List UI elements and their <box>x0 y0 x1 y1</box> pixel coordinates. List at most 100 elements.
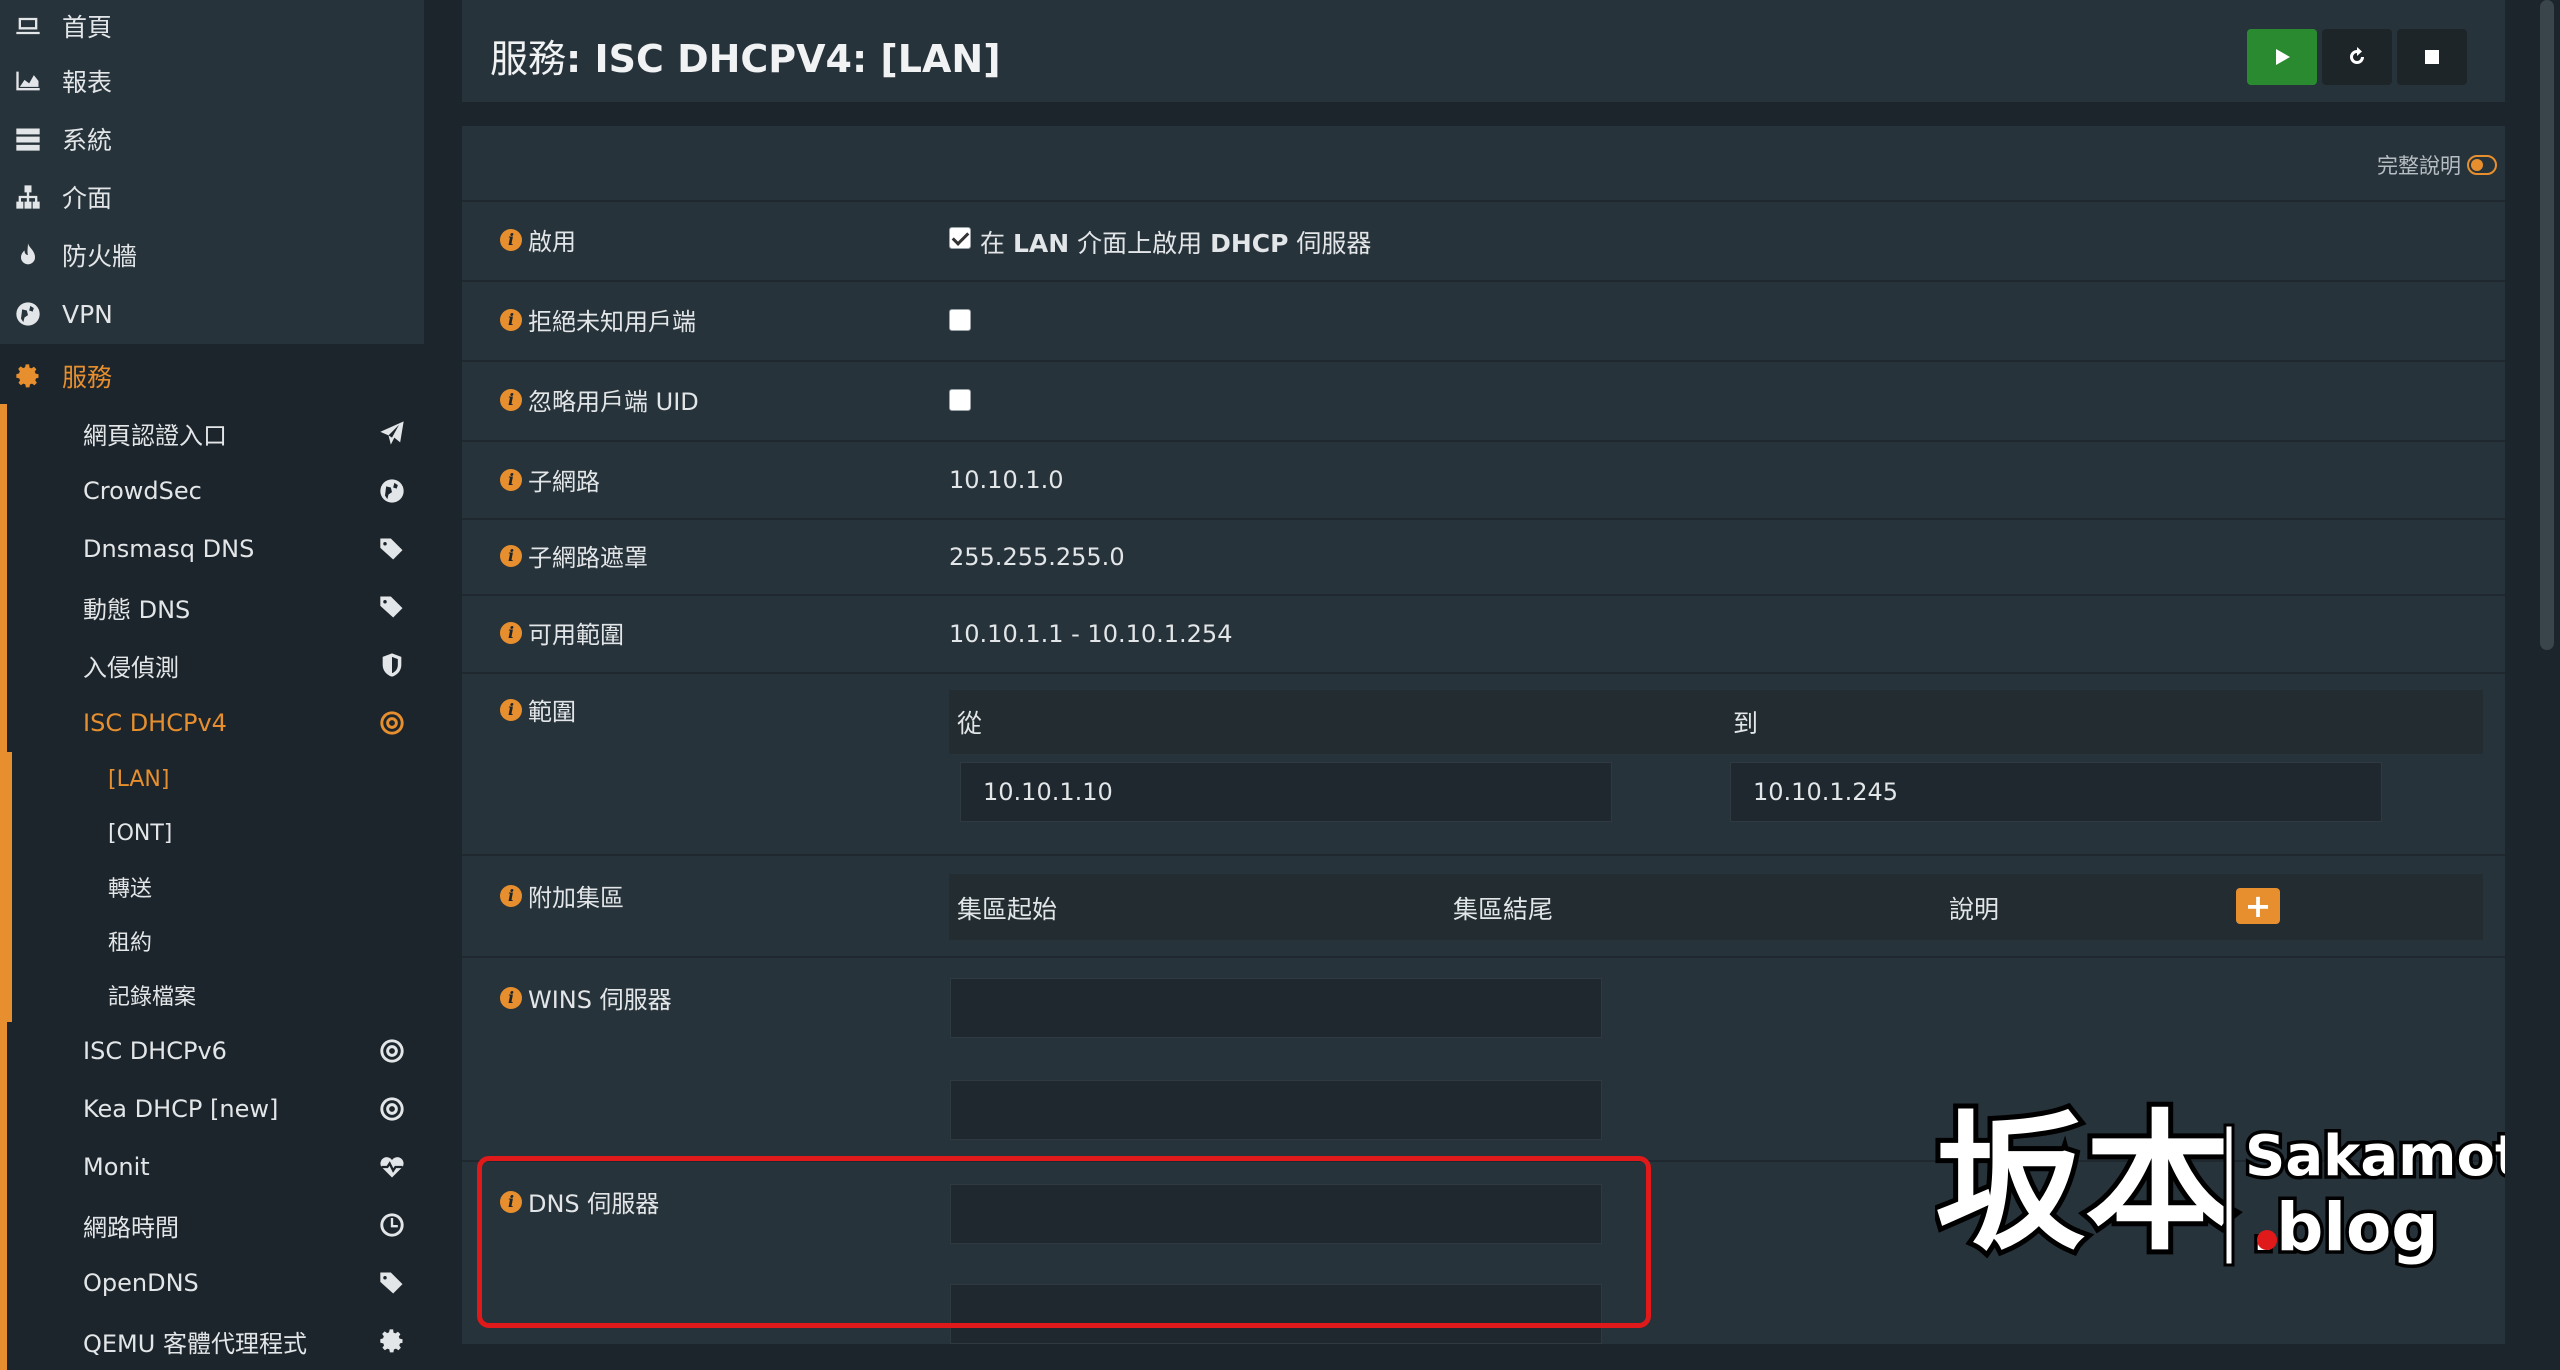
watermark-tld: .blog <box>2251 1189 2439 1266</box>
ignore-uid-label: i 忽略用戶端 UID <box>500 382 699 417</box>
ignore-uid-checkbox[interactable] <box>949 389 971 411</box>
field-label: 附加集區 <box>528 884 624 912</box>
wins-server-1-input[interactable] <box>950 978 1602 1038</box>
page-title: 服務: ISC DHCPV4: [LAN] <box>490 28 1001 83</box>
info-icon[interactable]: i <box>500 228 522 251</box>
paper-plane-icon <box>378 419 406 447</box>
wins-server-2-input[interactable] <box>950 1080 1602 1140</box>
menu-item-home[interactable]: 首頁 <box>0 0 424 52</box>
range-label: i 範圍 <box>500 692 576 727</box>
shield-icon <box>378 651 406 679</box>
sidebar-item-opendns[interactable]: OpenDNS <box>7 1254 424 1312</box>
subnet-label: i 子網路 <box>500 462 600 497</box>
info-icon[interactable]: i <box>500 388 522 411</box>
sidebar-item-crowdsec[interactable]: CrowdSec <box>7 462 424 520</box>
wins-label: i WINS 伺服器 <box>500 980 672 1015</box>
menu-item-label: 防火牆 <box>62 242 138 271</box>
menu-item-vpn[interactable]: VPN <box>0 284 424 344</box>
sidebar-item-label: 網頁認證入口 <box>83 421 227 450</box>
sidebar-item-dnsmasq[interactable]: Dnsmasq DNS <box>7 520 424 578</box>
sidebar-item-label: 網路時間 <box>83 1213 179 1242</box>
submenu-item-lan[interactable]: [LAN] <box>12 752 424 806</box>
range-from-header: 從 <box>957 709 983 738</box>
watermark-graphic: 坂本 Sakamoto .blog <box>1930 1090 2560 1276</box>
menu-item-label: VPN <box>62 299 113 329</box>
text-bold: DHCP <box>1210 229 1289 258</box>
menu-item-label: 系統 <box>62 126 113 155</box>
enable-label: i 啟用 <box>500 222 576 257</box>
menu-item-services[interactable]: 服務 <box>0 348 424 404</box>
sidebar-item-network-time[interactable]: 網路時間 <box>7 1196 424 1254</box>
field-label: 忽略用戶端 UID <box>528 388 699 416</box>
info-icon[interactable]: i <box>500 884 522 907</box>
globe-icon <box>14 300 42 328</box>
sidebar-item-kea-dhcp[interactable]: Kea DHCP [new] <box>7 1080 424 1138</box>
info-icon[interactable]: i <box>500 621 522 644</box>
sidebar-item-intrusion-detection[interactable]: 入侵偵測 <box>7 636 424 694</box>
field-label: 範圍 <box>528 698 576 726</box>
clock-icon <box>378 1211 406 1239</box>
full-help-toggle[interactable]: 完整說明 <box>2377 150 2497 180</box>
available-range-label: i 可用範圍 <box>500 615 624 650</box>
info-icon[interactable]: i <box>500 986 522 1009</box>
divider <box>462 594 2505 596</box>
field-label: 子網路 <box>528 468 600 496</box>
sidebar: 首頁 報表 系統 介面 防火牆 VPN 服務 網頁認證入口 CrowdSec D… <box>0 0 424 1370</box>
refresh-icon <box>2345 45 2369 69</box>
sidebar-item-captive-portal[interactable]: 網頁認證入口 <box>7 404 424 462</box>
bullseye-icon <box>378 1095 406 1123</box>
sidebar-item-isc-dhcpv6[interactable]: ISC DHCPv6 <box>7 1022 424 1080</box>
range-to-header: 到 <box>1733 709 1759 738</box>
sidebar-item-label: QEMU 客體代理程式 <box>83 1329 307 1358</box>
menu-item-label: 介面 <box>62 184 113 213</box>
info-icon[interactable]: i <box>500 698 522 721</box>
globe-icon <box>378 477 406 505</box>
menu-item-reports[interactable]: 報表 <box>0 52 424 110</box>
bullseye-icon <box>378 709 406 737</box>
text-part: 在 <box>980 229 1013 258</box>
start-service-button[interactable] <box>2247 29 2317 85</box>
add-pool-button[interactable]: + <box>2236 888 2280 924</box>
stop-icon <box>2420 45 2444 69</box>
menu-item-interfaces[interactable]: 介面 <box>0 168 424 226</box>
submenu-item-leases[interactable]: 租約 <box>12 914 424 968</box>
field-label: WINS 伺服器 <box>528 986 672 1014</box>
dhcp-submenu: [LAN] [ONT] 轉送 租約 記錄檔案 <box>7 752 424 1022</box>
field-label: 拒絕未知用戶端 <box>528 308 696 336</box>
menu-item-system[interactable]: 系統 <box>0 110 424 168</box>
sidebar-item-label: Dnsmasq DNS <box>83 535 255 563</box>
info-icon[interactable]: i <box>500 544 522 567</box>
text-part: 伺服器 <box>1288 229 1372 258</box>
text-bold: LAN <box>1012 229 1070 258</box>
full-help-label: 完整說明 <box>2377 154 2461 178</box>
watermark-logo: 坂本 Sakamoto .blog <box>1930 1085 2560 1285</box>
menu-item-firewall[interactable]: 防火牆 <box>0 226 424 284</box>
pool-end-header: 集區結尾 <box>1453 895 1554 924</box>
restart-service-button[interactable] <box>2322 29 2392 85</box>
info-icon[interactable]: i <box>500 468 522 491</box>
submenu-item-ont[interactable]: [ONT] <box>12 806 424 860</box>
pool-description-header: 說明 <box>1949 895 2000 924</box>
sidebar-item-label: CrowdSec <box>83 477 202 505</box>
sidebar-item-label: ISC DHCPv4 <box>83 709 227 737</box>
range-to-input[interactable]: 10.10.1.245 <box>1730 762 2382 822</box>
highlight-annotation <box>477 1156 1651 1328</box>
info-icon[interactable]: i <box>500 308 522 331</box>
sidebar-item-dynamic-dns[interactable]: 動態 DNS <box>7 578 424 636</box>
submenu-item-log-files[interactable]: 記錄檔案 <box>12 968 424 1022</box>
sidebar-item-monit[interactable]: Monit <box>7 1138 424 1196</box>
sidebar-item-isc-dhcpv4[interactable]: ISC DHCPv4 <box>7 694 424 752</box>
laptop-icon <box>14 12 42 40</box>
tags-icon <box>378 1269 406 1297</box>
stop-service-button[interactable] <box>2397 29 2467 85</box>
sidebar-item-qemu-agent[interactable]: QEMU 客體代理程式 <box>7 1312 424 1370</box>
submenu-item-relay[interactable]: 轉送 <box>12 860 424 914</box>
page-scrollbar[interactable] <box>2540 0 2554 650</box>
server-icon <box>14 125 42 153</box>
deny-unknown-checkbox[interactable] <box>949 309 971 331</box>
range-from-input[interactable]: 10.10.1.10 <box>960 762 1612 822</box>
enable-dhcp-checkbox[interactable] <box>949 227 971 249</box>
sidebar-item-label: 動態 DNS <box>83 595 191 624</box>
divider <box>462 360 2505 362</box>
divider <box>462 854 2505 856</box>
